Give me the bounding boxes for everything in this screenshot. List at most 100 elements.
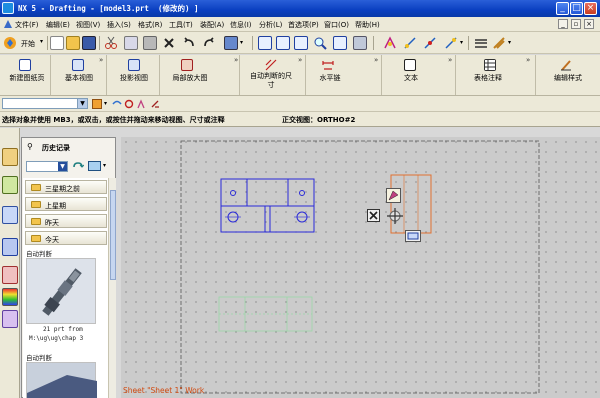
detail-view-more[interactable]: » (234, 56, 238, 64)
zoom-in-out-icon[interactable] (294, 36, 308, 50)
menu-file[interactable]: 文件(F) (15, 20, 39, 30)
open-folder-icon[interactable] (66, 36, 80, 50)
magnifier-icon[interactable] (313, 36, 327, 50)
snap-control-icon[interactable] (444, 36, 458, 50)
type-filter-select[interactable]: ▼ (2, 98, 88, 109)
undo-icon[interactable] (182, 36, 196, 50)
selection-scope-dropdown[interactable]: ▾ (104, 100, 107, 107)
menu-insert[interactable]: 插入(S) (107, 20, 131, 30)
select-filter-dropdown[interactable]: ▾ (240, 39, 243, 46)
base-view-icon[interactable] (72, 59, 84, 71)
refresh-icon[interactable] (72, 161, 84, 172)
tabular-note-more[interactable]: » (526, 56, 530, 64)
note-more[interactable]: » (448, 56, 452, 64)
scrollbar-thumb[interactable] (110, 190, 116, 280)
menu-format[interactable]: 格式(R) (138, 20, 162, 30)
layer-dropdown[interactable]: ▾ (508, 39, 511, 46)
redo-icon[interactable] (202, 36, 216, 50)
paste-icon[interactable] (143, 36, 157, 50)
new-sheet-button[interactable]: 新建图纸页 (6, 74, 48, 83)
edit-style-button[interactable]: 编辑样式 (544, 74, 592, 83)
detail-view-button[interactable]: 局部放大图 (162, 74, 218, 83)
close-button[interactable]: × (584, 2, 597, 15)
start-button[interactable]: 开始 (21, 39, 35, 49)
select-all-icon[interactable] (124, 99, 134, 109)
layer-icon[interactable] (492, 36, 506, 50)
pan-icon[interactable] (333, 36, 347, 50)
menu-view[interactable]: 视图(V) (76, 20, 100, 30)
menu-analysis[interactable]: 分析(L) (259, 20, 282, 30)
base-view[interactable] (220, 178, 315, 233)
display-mode-icon[interactable] (353, 36, 367, 50)
copy-icon[interactable] (124, 36, 138, 50)
history-folder-today[interactable]: 今天 (25, 231, 107, 245)
menu-window[interactable]: 窗口(O) (324, 20, 349, 30)
line-width-icon[interactable] (474, 36, 488, 50)
system-materials-tab[interactable] (2, 266, 18, 284)
feature-select-icon[interactable] (136, 99, 146, 109)
doc-close-button[interactable]: × (584, 19, 594, 29)
base-view-button[interactable]: 基本视图 (55, 74, 103, 83)
start-icon[interactable] (3, 36, 17, 50)
pin-icon[interactable]: ⚲ (27, 142, 33, 151)
roles-tab[interactable] (2, 310, 18, 328)
history-folder-last-week[interactable]: 上星期 (25, 197, 107, 211)
snap-mid-icon[interactable] (423, 36, 437, 50)
auto-dimension-more[interactable]: » (298, 56, 302, 64)
part-navigator-tab[interactable] (2, 176, 18, 194)
note-icon[interactable] (404, 59, 416, 71)
view-style-icon[interactable] (386, 188, 401, 203)
selection-scope-icon[interactable] (92, 99, 102, 109)
deselect-icon[interactable] (112, 99, 122, 109)
doc-minimize-button[interactable]: _ (558, 19, 568, 29)
auto-dimension-button[interactable]: 自动判断的尺寸 (248, 72, 294, 90)
close-view-icon[interactable] (367, 209, 380, 222)
view-mode-dropdown[interactable]: ▾ (103, 162, 106, 169)
assembly-navigator-tab[interactable] (2, 148, 18, 166)
system-scenes-tab[interactable] (2, 288, 18, 306)
delete-icon[interactable] (162, 36, 176, 50)
history-scrollbar[interactable] (108, 178, 116, 398)
history-filter-select[interactable]: ▼ (26, 161, 68, 172)
fit-icon[interactable] (258, 36, 272, 50)
menu-tools[interactable]: 工具(T) (169, 20, 193, 30)
history-folder-3-weeks-ago[interactable]: 三星期之前 (25, 180, 107, 194)
history-tab[interactable] (2, 238, 18, 256)
note-button[interactable]: 文本 (394, 74, 428, 83)
snap-dropdown[interactable]: ▾ (460, 39, 463, 46)
menu-assemblies[interactable]: 装配(A) (200, 20, 224, 30)
snap-end-icon[interactable] (403, 36, 417, 50)
move-view-icon[interactable] (386, 207, 404, 225)
projected-view-icon[interactable] (128, 59, 140, 71)
projected-view-button[interactable]: 投影视图 (110, 74, 158, 83)
menu-preferences[interactable]: 首选项(P) (288, 20, 319, 30)
start-dropdown-arrow[interactable]: ▾ (40, 38, 43, 45)
edit-style-icon[interactable] (560, 59, 572, 71)
chevron-down-icon[interactable]: ▼ (58, 162, 67, 171)
snap-point-icon[interactable] (383, 36, 397, 50)
chevron-down-icon[interactable]: ▼ (77, 99, 87, 108)
detail-view-icon[interactable] (181, 59, 193, 71)
graphics-window[interactable]: Sheet "Sheet 1" Work (121, 137, 600, 398)
maximize-button[interactable]: □ (570, 2, 583, 15)
horizontal-chain-more[interactable]: » (374, 56, 378, 64)
auto-dimension-icon[interactable] (265, 59, 277, 71)
web-browser-tab[interactable] (2, 206, 18, 224)
doc-restore-button[interactable]: ▫ (571, 19, 581, 29)
part-thumbnail[interactable] (26, 258, 96, 324)
select-filter-icon[interactable] (224, 36, 238, 50)
cut-icon[interactable] (104, 36, 118, 50)
menu-information[interactable]: 信息(I) (230, 20, 252, 30)
history-folder-yesterday[interactable]: 昨天 (25, 214, 107, 228)
tabular-note-icon[interactable] (484, 59, 496, 71)
base-view-more[interactable]: » (99, 56, 103, 64)
zoom-icon[interactable] (276, 36, 290, 50)
new-sheet-icon[interactable] (19, 59, 31, 71)
save-icon[interactable] (82, 36, 96, 50)
part-thumbnail[interactable] (26, 362, 97, 398)
menu-edit[interactable]: 编辑(E) (46, 20, 70, 30)
annotation-select-icon[interactable] (150, 99, 160, 109)
new-file-icon[interactable] (50, 36, 64, 50)
horizontal-chain-button[interactable]: 水平链 (312, 74, 348, 83)
menu-help[interactable]: 帮助(H) (355, 20, 380, 30)
